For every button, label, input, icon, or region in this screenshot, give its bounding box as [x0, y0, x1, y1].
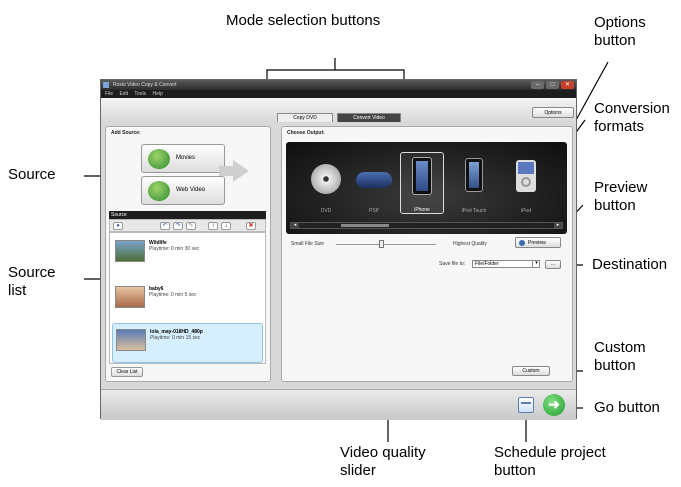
item-playtime: Playtime: 0 min 30 sec [149, 246, 200, 252]
callout-destination: Destination [592, 256, 668, 273]
menu-bar: File Edit Tools Help [101, 90, 576, 98]
save-file-label: Save file to: [439, 261, 466, 267]
thumbnail [116, 329, 146, 351]
highest-quality-label: Highest Quality [453, 241, 487, 247]
menu-help[interactable]: Help [152, 91, 162, 97]
arrow-right-icon [233, 160, 249, 182]
move-down-icon[interactable]: ↓ [221, 222, 231, 230]
options-button[interactable]: Options [532, 107, 574, 118]
destination-value: File/Folder [475, 261, 499, 267]
bottom-bar [101, 389, 576, 420]
web-video-label: Web Video [176, 187, 206, 193]
destination-select[interactable]: File/Folder [472, 260, 540, 268]
list-item-baby6[interactable]: baby6 Playtime: 0 min 5 sec [112, 281, 263, 317]
schedule-project-button[interactable] [518, 397, 534, 413]
menu-edit[interactable]: Edit [119, 91, 128, 97]
menu-tools[interactable]: Tools [134, 91, 146, 97]
add-source-label: Add Source: [111, 130, 141, 136]
psp-icon [356, 172, 392, 188]
maximize-button[interactable]: □ [546, 81, 559, 89]
preview-label: Preview [528, 240, 546, 246]
title-bar: Roxio Video Copy & Convert – □ ✕ [101, 80, 576, 90]
scroll-right-icon[interactable]: ▸ [554, 223, 562, 228]
callout-source: Source [8, 166, 56, 183]
item-playtime: Playtime: 0 min 5 sec [149, 292, 197, 298]
web-video-globe-icon [148, 181, 170, 201]
arrow-right-icon: ➜ [548, 396, 560, 412]
small-file-size-label: Small File Size [291, 241, 325, 247]
format-label: iPod Touch [461, 208, 487, 214]
close-button[interactable]: ✕ [561, 81, 574, 89]
format-ipod[interactable]: iPod [504, 152, 548, 214]
list-item-lola[interactable]: lola_may-018HD_480p Playtime: 0 min 15 s… [112, 323, 263, 363]
callout-conversion-formats: Conversion formats [594, 100, 670, 135]
format-label: PSP [368, 208, 379, 214]
iphone-icon [412, 157, 432, 195]
callout-mode-selection: Mode selection buttons [226, 12, 381, 29]
format-dvd[interactable]: DVD [304, 152, 348, 214]
thumbnail [115, 286, 145, 308]
format-ipod-touch[interactable]: iPod Touch [452, 152, 496, 214]
preview-button[interactable]: Preview [515, 237, 561, 248]
conversion-formats: DVD PSP iPhone iPod Touch iPod ◂ ▸ [286, 142, 567, 234]
calendar-icon [521, 402, 531, 404]
format-iphone[interactable]: iPhone [400, 152, 444, 214]
menu-file[interactable]: File [105, 91, 113, 97]
format-psp[interactable]: PSP [352, 152, 396, 214]
browse-button[interactable]: ... [545, 260, 561, 269]
minimize-button[interactable]: – [531, 81, 544, 89]
tab-convert-video[interactable]: Convert Video [337, 113, 401, 122]
web-video-button[interactable]: Web Video [141, 176, 225, 205]
tab-copy-dvd[interactable]: Copy DVD [277, 113, 333, 122]
format-label: iPod [520, 208, 531, 214]
choose-output-label: Choose Output: [287, 130, 325, 136]
redo-icon[interactable]: ↷ [173, 222, 183, 230]
edit-icon[interactable]: ✎ [186, 222, 196, 230]
app-window: Roxio Video Copy & Convert – □ ✕ File Ed… [100, 79, 577, 420]
movies-label: Movies [176, 155, 196, 161]
item-playtime: Playtime: 0 min 15 sec [150, 335, 201, 341]
source-list: Wildlife Playtime: 0 min 30 sec baby6 Pl… [109, 232, 266, 364]
format-label: DVD [320, 208, 332, 214]
callout-schedule-project: Schedule project button [494, 444, 606, 479]
disc-icon [311, 164, 341, 194]
movies-globe-icon [148, 149, 170, 169]
arrow-tail [219, 166, 234, 176]
scroll-thumb[interactable] [341, 224, 389, 227]
callout-custom-button: Custom button [594, 339, 646, 374]
ipod-icon [516, 160, 536, 192]
clear-list-button[interactable]: Clear List [111, 367, 143, 377]
quality-slider-thumb[interactable] [379, 240, 384, 248]
format-scrollbar[interactable]: ◂ ▸ [290, 222, 563, 229]
custom-button[interactable]: Custom [512, 366, 550, 376]
chevron-down-icon[interactable]: ▾ [532, 260, 540, 268]
format-label: iPhone [414, 207, 430, 213]
add-icon[interactable]: ● [113, 222, 123, 230]
source-toolbar: ● ↶ ↷ ✎ ↑ ↓ ✖ [109, 219, 266, 232]
callout-preview-button: Preview button [594, 179, 648, 214]
callout-video-quality-slider: Video quality slider [340, 444, 426, 479]
source-list-header: Source [109, 211, 266, 219]
quality-slider-track[interactable] [336, 244, 436, 245]
callout-source-list: Source list [8, 264, 56, 299]
scroll-left-icon[interactable]: ◂ [291, 223, 299, 228]
play-icon [519, 240, 525, 246]
callout-options-button: Options button [594, 14, 646, 49]
thumbnail [115, 240, 145, 262]
move-up-icon[interactable]: ↑ [208, 222, 218, 230]
delete-icon[interactable]: ✖ [246, 222, 256, 230]
callout-go-button: Go button [594, 399, 660, 416]
window-title: Roxio Video Copy & Convert [113, 82, 177, 88]
movies-button[interactable]: Movies [141, 144, 225, 173]
app-icon [103, 82, 109, 88]
undo-icon[interactable]: ↶ [160, 222, 170, 230]
ipod-touch-icon [465, 158, 483, 192]
go-button[interactable]: ➜ [543, 394, 565, 416]
list-item-wildlife[interactable]: Wildlife Playtime: 0 min 30 sec [112, 235, 263, 271]
